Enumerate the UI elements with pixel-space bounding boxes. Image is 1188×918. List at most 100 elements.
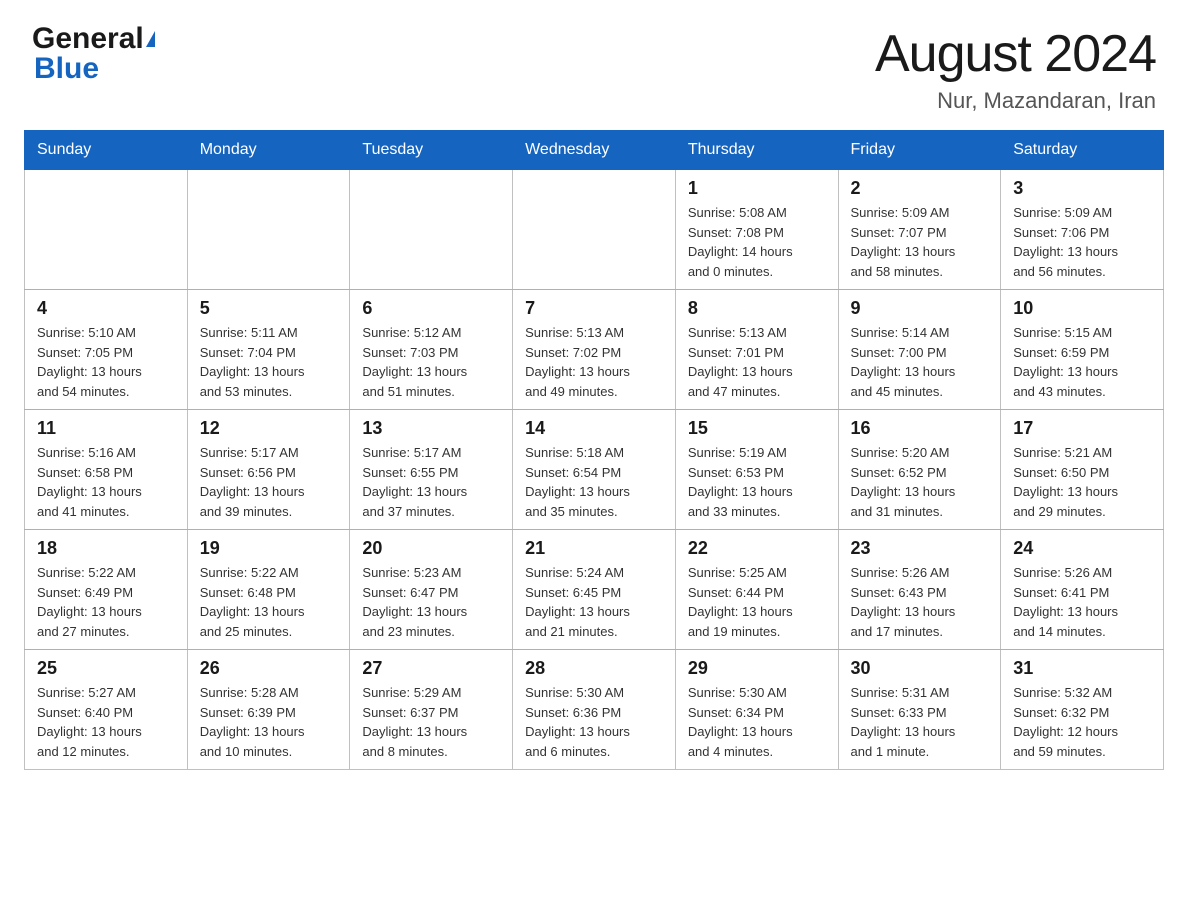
day-info: Sunrise: 5:12 AMSunset: 7:03 PMDaylight:…: [362, 323, 500, 401]
calendar-cell: 1Sunrise: 5:08 AMSunset: 7:08 PMDaylight…: [675, 170, 838, 290]
day-info: Sunrise: 5:18 AMSunset: 6:54 PMDaylight:…: [525, 443, 663, 521]
calendar-cell: 5 Sunrise: 5:11 AMSunset: 7:04 PMDaylight…: [187, 290, 350, 410]
calendar-cell: 18Sunrise: 5:22 AMSunset: 6:49 PMDayligh…: [25, 530, 188, 650]
day-info: Sunrise: 5:31 AMSunset: 6:33 PMDaylight:…: [851, 683, 989, 761]
day-number: 3: [1013, 178, 1151, 199]
day-of-week-header: Wednesday: [513, 131, 676, 170]
day-info: Sunrise: 5:23 AMSunset: 6:47 PMDaylight:…: [362, 563, 500, 641]
calendar-cell: 3 Sunrise: 5:09 AMSunset: 7:06 PMDaylight…: [1001, 170, 1164, 290]
calendar-cell: [187, 170, 350, 290]
calendar-cell: 4 Sunrise: 5:10 AMSunset: 7:05 PMDaylight…: [25, 290, 188, 410]
day-info: Sunrise: 5:24 AMSunset: 6:45 PMDaylight:…: [525, 563, 663, 641]
calendar-week-row: 25 Sunrise: 5:27 AMSunset: 6:40 PMDayligh…: [25, 650, 1164, 770]
calendar-cell: 23Sunrise: 5:26 AMSunset: 6:43 PMDayligh…: [838, 530, 1001, 650]
logo-blue-text: Blue: [34, 54, 155, 84]
day-number: 12: [200, 418, 338, 439]
calendar-cell: 22 Sunrise: 5:25 AMSunset: 6:44 PMDayligh…: [675, 530, 838, 650]
day-of-week-header: Sunday: [25, 131, 188, 170]
calendar-cell: 21 Sunrise: 5:24 AMSunset: 6:45 PMDayligh…: [513, 530, 676, 650]
day-info: Sunrise: 5:26 AMSunset: 6:41 PMDaylight:…: [1013, 563, 1151, 641]
calendar-week-row: 11Sunrise: 5:16 AMSunset: 6:58 PMDayligh…: [25, 410, 1164, 530]
day-info: Sunrise: 5:27 AMSunset: 6:40 PMDaylight:…: [37, 683, 175, 761]
calendar-table: SundayMondayTuesdayWednesdayThursdayFrid…: [24, 130, 1164, 770]
month-title: August 2024: [875, 24, 1156, 84]
calendar-header-row: SundayMondayTuesdayWednesdayThursdayFrid…: [25, 131, 1164, 170]
day-number: 25: [37, 658, 175, 679]
day-number: 6: [362, 298, 500, 319]
calendar-cell: 7Sunrise: 5:13 AMSunset: 7:02 PMDaylight…: [513, 290, 676, 410]
day-info: Sunrise: 5:17 AMSunset: 6:56 PMDaylight:…: [200, 443, 338, 521]
day-info: Sunrise: 5:22 AMSunset: 6:48 PMDaylight:…: [200, 563, 338, 641]
calendar-week-row: 18Sunrise: 5:22 AMSunset: 6:49 PMDayligh…: [25, 530, 1164, 650]
page-header: General Blue August 2024 Nur, Mazandaran…: [0, 0, 1188, 130]
day-number: 20: [362, 538, 500, 559]
calendar-cell: 2Sunrise: 5:09 AMSunset: 7:07 PMDaylight…: [838, 170, 1001, 290]
day-info: Sunrise: 5:11 AMSunset: 7:04 PMDaylight:…: [200, 323, 338, 401]
calendar-cell: 10 Sunrise: 5:15 AMSunset: 6:59 PMDayligh…: [1001, 290, 1164, 410]
day-number: 19: [200, 538, 338, 559]
calendar-cell: 30 Sunrise: 5:31 AMSunset: 6:33 PMDayligh…: [838, 650, 1001, 770]
calendar-cell: 11Sunrise: 5:16 AMSunset: 6:58 PMDayligh…: [25, 410, 188, 530]
calendar-cell: 28Sunrise: 5:30 AMSunset: 6:36 PMDayligh…: [513, 650, 676, 770]
location: Nur, Mazandaran, Iran: [875, 88, 1156, 114]
calendar-week-row: 1Sunrise: 5:08 AMSunset: 7:08 PMDaylight…: [25, 170, 1164, 290]
calendar-cell: 25 Sunrise: 5:27 AMSunset: 6:40 PMDayligh…: [25, 650, 188, 770]
calendar-cell: [513, 170, 676, 290]
day-number: 26: [200, 658, 338, 679]
day-info: Sunrise: 5:17 AMSunset: 6:55 PMDaylight:…: [362, 443, 500, 521]
day-info: Sunrise: 5:32 AMSunset: 6:32 PMDaylight:…: [1013, 683, 1151, 761]
day-info: Sunrise: 5:30 AMSunset: 6:36 PMDaylight:…: [525, 683, 663, 761]
day-info: Sunrise: 5:15 AMSunset: 6:59 PMDaylight:…: [1013, 323, 1151, 401]
day-number: 13: [362, 418, 500, 439]
day-number: 30: [851, 658, 989, 679]
day-number: 17: [1013, 418, 1151, 439]
day-number: 21: [525, 538, 663, 559]
day-info: Sunrise: 5:30 AMSunset: 6:34 PMDaylight:…: [688, 683, 826, 761]
day-of-week-header: Saturday: [1001, 131, 1164, 170]
day-number: 8: [688, 298, 826, 319]
day-info: Sunrise: 5:09 AMSunset: 7:06 PMDaylight:…: [1013, 203, 1151, 281]
day-info: Sunrise: 5:09 AMSunset: 7:07 PMDaylight:…: [851, 203, 989, 281]
day-of-week-header: Tuesday: [350, 131, 513, 170]
day-info: Sunrise: 5:26 AMSunset: 6:43 PMDaylight:…: [851, 563, 989, 641]
day-info: Sunrise: 5:14 AMSunset: 7:00 PMDaylight:…: [851, 323, 989, 401]
calendar-cell: 9 Sunrise: 5:14 AMSunset: 7:00 PMDaylight…: [838, 290, 1001, 410]
logo: General Blue: [32, 24, 155, 84]
day-info: Sunrise: 5:20 AMSunset: 6:52 PMDaylight:…: [851, 443, 989, 521]
calendar-cell: 15Sunrise: 5:19 AMSunset: 6:53 PMDayligh…: [675, 410, 838, 530]
calendar-cell: 29 Sunrise: 5:30 AMSunset: 6:34 PMDayligh…: [675, 650, 838, 770]
day-info: Sunrise: 5:28 AMSunset: 6:39 PMDaylight:…: [200, 683, 338, 761]
calendar-cell: 13 Sunrise: 5:17 AMSunset: 6:55 PMDayligh…: [350, 410, 513, 530]
day-number: 18: [37, 538, 175, 559]
day-info: Sunrise: 5:10 AMSunset: 7:05 PMDaylight:…: [37, 323, 175, 401]
day-info: Sunrise: 5:13 AMSunset: 7:01 PMDaylight:…: [688, 323, 826, 401]
calendar-cell: 19 Sunrise: 5:22 AMSunset: 6:48 PMDayligh…: [187, 530, 350, 650]
day-number: 9: [851, 298, 989, 319]
day-number: 11: [37, 418, 175, 439]
calendar-cell: 24Sunrise: 5:26 AMSunset: 6:41 PMDayligh…: [1001, 530, 1164, 650]
day-number: 22: [688, 538, 826, 559]
calendar-cell: 27Sunrise: 5:29 AMSunset: 6:37 PMDayligh…: [350, 650, 513, 770]
day-number: 15: [688, 418, 826, 439]
calendar-cell: 12 Sunrise: 5:17 AMSunset: 6:56 PMDayligh…: [187, 410, 350, 530]
day-number: 5: [200, 298, 338, 319]
calendar-cell: 14Sunrise: 5:18 AMSunset: 6:54 PMDayligh…: [513, 410, 676, 530]
day-info: Sunrise: 5:29 AMSunset: 6:37 PMDaylight:…: [362, 683, 500, 761]
day-number: 1: [688, 178, 826, 199]
day-number: 10: [1013, 298, 1151, 319]
calendar-cell: 26 Sunrise: 5:28 AMSunset: 6:39 PMDayligh…: [187, 650, 350, 770]
day-number: 4: [37, 298, 175, 319]
calendar-cell: 8 Sunrise: 5:13 AMSunset: 7:01 PMDaylight…: [675, 290, 838, 410]
calendar-cell: [350, 170, 513, 290]
calendar-cell: 6 Sunrise: 5:12 AMSunset: 7:03 PMDaylight…: [350, 290, 513, 410]
calendar-cell: 16 Sunrise: 5:20 AMSunset: 6:52 PMDayligh…: [838, 410, 1001, 530]
calendar-cell: [25, 170, 188, 290]
calendar-cell: 17Sunrise: 5:21 AMSunset: 6:50 PMDayligh…: [1001, 410, 1164, 530]
day-info: Sunrise: 5:13 AMSunset: 7:02 PMDaylight:…: [525, 323, 663, 401]
day-number: 16: [851, 418, 989, 439]
calendar-week-row: 4 Sunrise: 5:10 AMSunset: 7:05 PMDaylight…: [25, 290, 1164, 410]
calendar-cell: 20 Sunrise: 5:23 AMSunset: 6:47 PMDayligh…: [350, 530, 513, 650]
day-number: 29: [688, 658, 826, 679]
day-info: Sunrise: 5:25 AMSunset: 6:44 PMDaylight:…: [688, 563, 826, 641]
logo-triangle-icon: [146, 31, 155, 47]
